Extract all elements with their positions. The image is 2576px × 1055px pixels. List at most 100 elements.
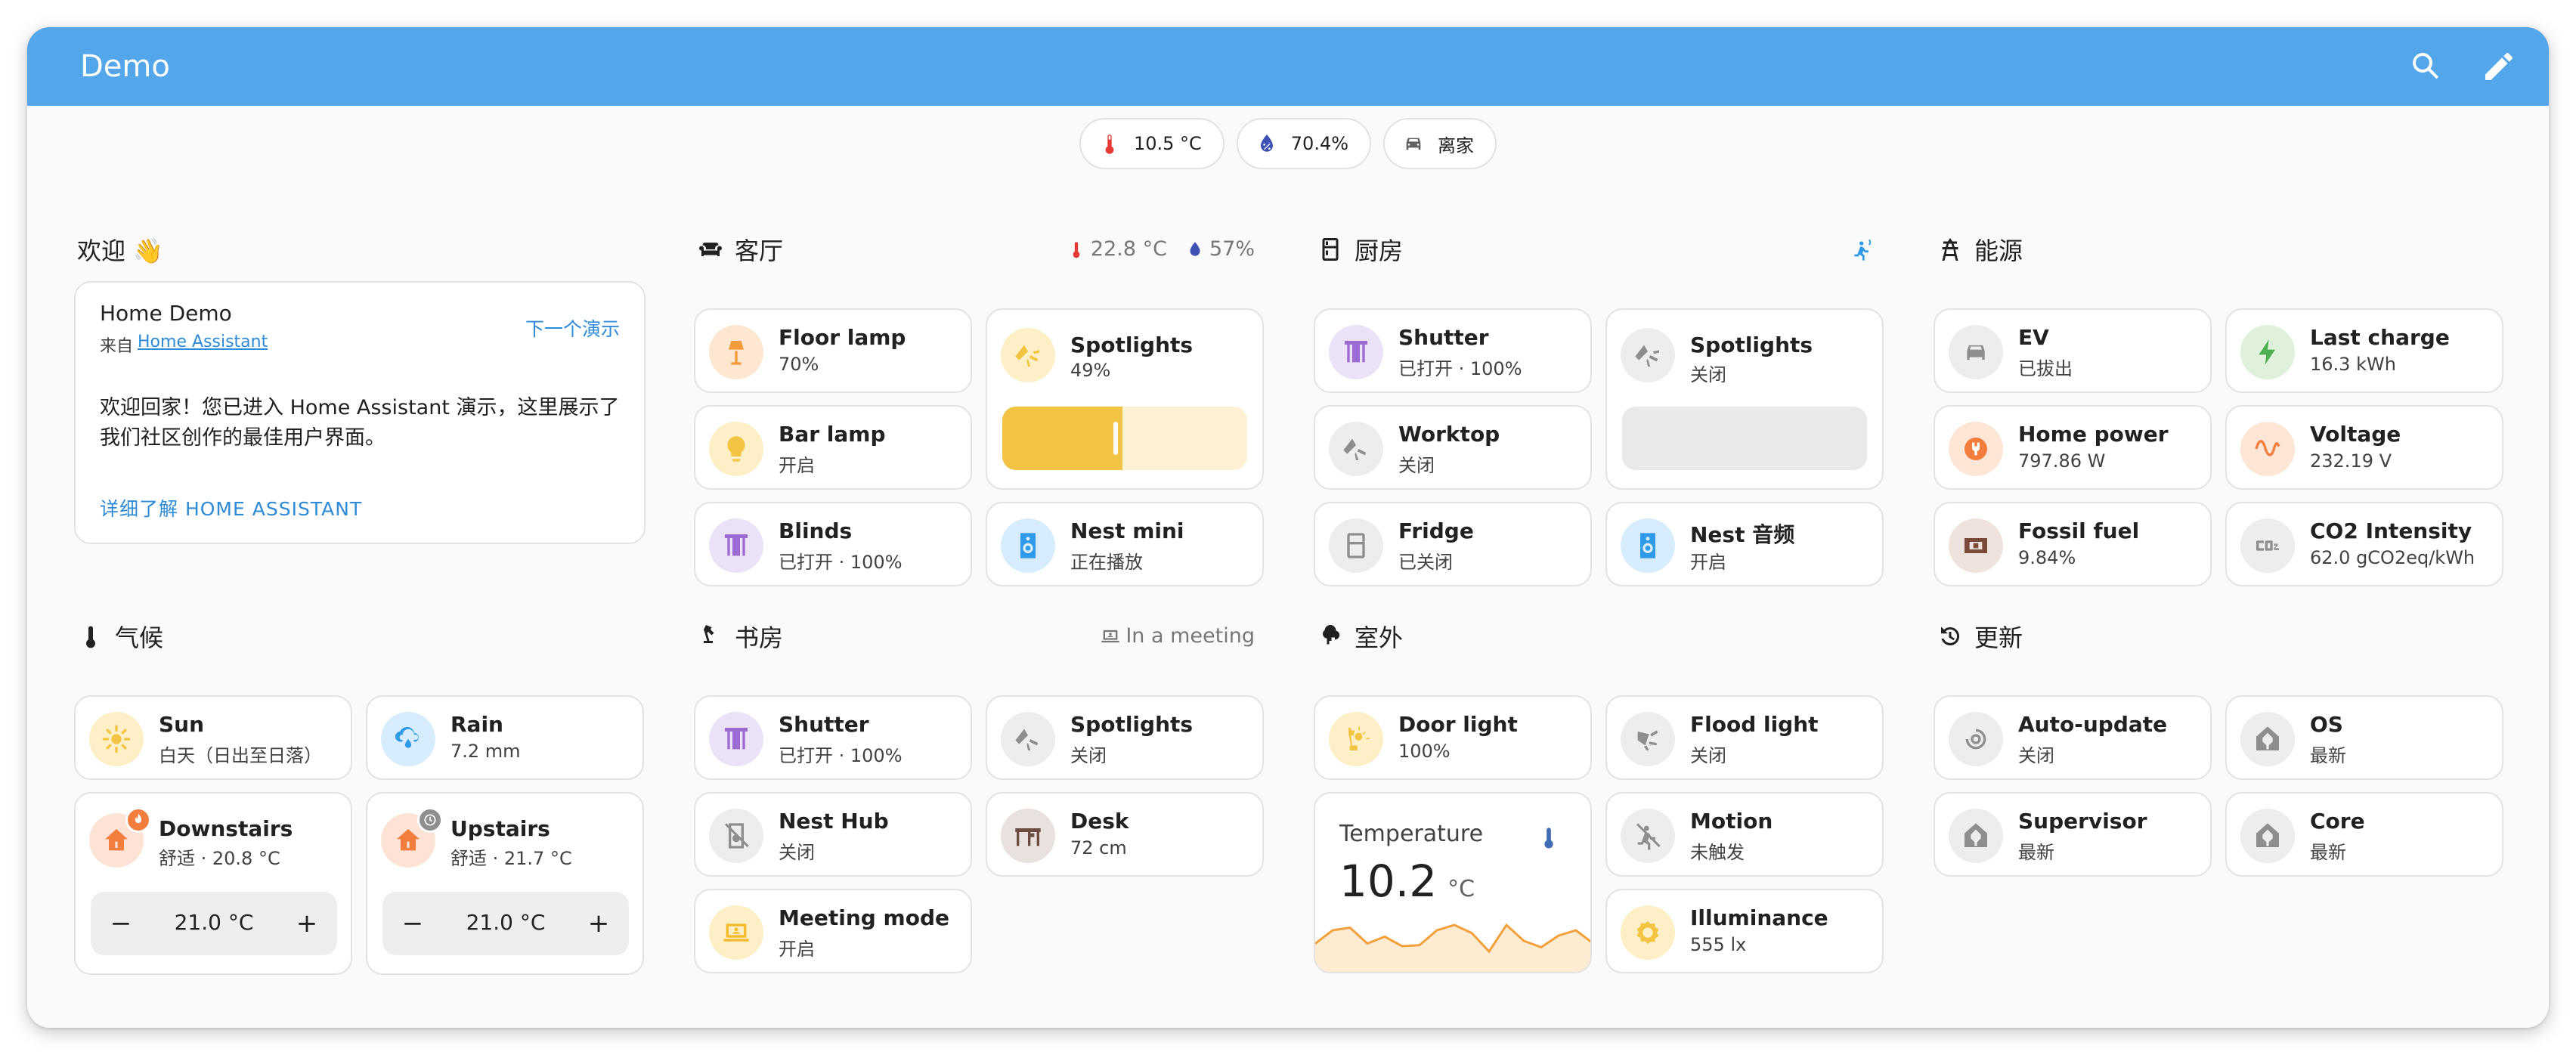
outdoor-title: 室外 xyxy=(1355,623,1404,652)
humidity-badge[interactable]: 70.4% xyxy=(1236,118,1372,169)
lightbulb-icon[interactable] xyxy=(709,422,763,476)
downstairs-name: Downstairs xyxy=(159,816,293,841)
weather-rainy-icon[interactable] xyxy=(381,712,435,766)
bar-lamp-tile[interactable]: Bar lamp 开启 xyxy=(694,405,972,490)
spotlight-brightness-slider[interactable] xyxy=(1002,407,1247,470)
ev-tile[interactable]: EV 已拔出 xyxy=(1934,308,2212,393)
desk-state: 72 cm xyxy=(1070,837,1127,859)
spotlight-icon[interactable] xyxy=(1001,328,1055,382)
desk-tile[interactable]: Desk 72 cm xyxy=(986,792,1264,877)
sine-wave-icon[interactable] xyxy=(2240,422,2295,476)
study-shutter-tile[interactable]: Shutter 已打开 · 100% xyxy=(694,695,972,780)
floor-lamp-name: Floor lamp xyxy=(779,325,906,350)
co2-intensity-tile[interactable]: CO2 Intensity 62.0 gCO2eq/kWh xyxy=(2225,502,2503,586)
home-power-tile[interactable]: Home power 797.86 W xyxy=(1934,405,2212,490)
motion-tile[interactable]: Motion 未触发 xyxy=(1605,792,1884,877)
sofa-icon xyxy=(699,243,722,256)
edit-pencil-icon[interactable] xyxy=(2481,48,2517,85)
desk-icon[interactable] xyxy=(1001,809,1055,863)
home-assistant-icon[interactable] xyxy=(1949,809,2003,863)
flood-light-name: Flood light xyxy=(1690,712,1819,737)
lightning-bolt-icon[interactable] xyxy=(2240,325,2295,379)
increase-temperature-button[interactable]: + xyxy=(292,908,322,939)
meeting-mode-tile[interactable]: Meeting mode 开启 xyxy=(694,889,972,973)
kitchen-shutter-tile[interactable]: Shutter 已打开 · 100% xyxy=(1314,308,1592,393)
car-icon[interactable] xyxy=(1949,325,2003,379)
speaker-icon[interactable] xyxy=(1621,518,1675,573)
sun-icon[interactable] xyxy=(89,712,144,766)
bar-lamp-name: Bar lamp xyxy=(779,422,886,447)
fridge-state: 已关闭 xyxy=(1398,552,1453,573)
next-demo-button[interactable]: 下一个演示 xyxy=(525,314,620,342)
increase-temperature-button[interactable]: + xyxy=(584,908,614,939)
fossil-fuel-state: 9.84% xyxy=(2018,547,2076,568)
downstairs-thermostat-tile[interactable]: Downstairs 舒适 · 20.8 °C − 21.0 °C + xyxy=(74,792,352,975)
home-assistant-icon[interactable] xyxy=(2240,712,2295,766)
window-shutter-icon[interactable] xyxy=(709,712,763,766)
spotlight-icon[interactable] xyxy=(1621,328,1675,382)
molecule-co2-icon[interactable] xyxy=(2240,518,2295,573)
welcome-section-title: 欢迎 👋 xyxy=(77,237,164,265)
spotlight-icon[interactable] xyxy=(1329,422,1383,476)
temperature-reading: 10.2 °C xyxy=(1339,855,1475,907)
climate-title: 气候 xyxy=(115,623,164,652)
supervisor-update-tile[interactable]: Supervisor 最新 xyxy=(1934,792,2212,877)
worktop-name: Worktop xyxy=(1398,422,1500,447)
brightness-icon[interactable] xyxy=(1621,905,1675,960)
upstairs-thermostat-tile[interactable]: Upstairs 舒适 · 21.7 °C − 21.0 °C + xyxy=(366,792,644,975)
learn-more-link[interactable]: 详细了解 HOME ASSISTANT xyxy=(100,494,362,521)
outdoor-lamp-icon[interactable] xyxy=(1329,712,1383,766)
core-update-tile[interactable]: Core 最新 xyxy=(2225,792,2503,877)
rain-tile[interactable]: Rain 7.2 mm xyxy=(366,695,644,780)
voltage-tile[interactable]: Voltage 232.19 V xyxy=(2225,405,2503,490)
motion-sensor-off-icon[interactable] xyxy=(1621,809,1675,863)
kitchen-spotlights-tile[interactable]: Spotlights 关闭 xyxy=(1605,308,1884,490)
laptop-account-icon[interactable] xyxy=(709,905,763,960)
auto-update-tile[interactable]: Auto-update 关闭 xyxy=(1934,695,2212,780)
home-assistant-icon[interactable] xyxy=(2240,809,2295,863)
living-spotlights-tile[interactable]: Spotlights 49% xyxy=(986,308,1264,490)
blinds-icon[interactable] xyxy=(709,518,763,573)
motion-state: 未触发 xyxy=(1690,842,1745,863)
temperature-sensor-card[interactable]: Temperature 10.2 °C xyxy=(1314,792,1592,973)
fossil-fuel-icon[interactable] xyxy=(1949,518,2003,573)
fossil-fuel-tile[interactable]: Fossil fuel 9.84% xyxy=(1934,502,2212,586)
speaker-off-icon[interactable] xyxy=(709,809,763,863)
fridge-tile[interactable]: Fridge 已关闭 xyxy=(1314,502,1592,586)
last-charge-state: 16.3 kWh xyxy=(2310,354,2396,375)
last-charge-tile[interactable]: Last charge 16.3 kWh xyxy=(2225,308,2503,393)
os-name: OS xyxy=(2310,712,2343,737)
nest-audio-tile[interactable]: Nest 音频 开启 xyxy=(1605,502,1884,586)
worktop-state: 关闭 xyxy=(1398,455,1435,476)
speaker-icon[interactable] xyxy=(1001,518,1055,573)
downstairs-target-control: − 21.0 °C + xyxy=(91,892,337,955)
kitchen-brightness-slider[interactable] xyxy=(1622,407,1867,470)
brightness-slider-handle[interactable] xyxy=(1113,422,1118,455)
sun-tile[interactable]: Sun 白天（日出至日落） xyxy=(74,695,352,780)
floor-lamp-icon[interactable] xyxy=(709,325,763,379)
power-plug-icon[interactable] xyxy=(1949,422,2003,476)
illuminance-tile[interactable]: Illuminance 555 lx xyxy=(1605,889,1884,973)
fridge-icon[interactable] xyxy=(1329,518,1383,573)
flood-light-tile[interactable]: Flood light 关闭 xyxy=(1605,695,1884,780)
search-icon[interactable] xyxy=(2408,48,2444,85)
spotlight-icon[interactable] xyxy=(1001,712,1055,766)
car-presence-badge[interactable]: 离家 xyxy=(1383,118,1497,169)
autorenew-icon[interactable] xyxy=(1949,712,2003,766)
window-shutter-icon[interactable] xyxy=(1329,325,1383,379)
os-update-tile[interactable]: OS 最新 xyxy=(2225,695,2503,780)
floodlight-icon[interactable] xyxy=(1621,712,1675,766)
temperature-badge[interactable]: 10.5 °C xyxy=(1079,118,1225,169)
thermometer-icon xyxy=(86,626,95,648)
laptop-account-icon xyxy=(1101,630,1120,642)
home-assistant-link[interactable]: Home Assistant xyxy=(138,333,268,357)
auto-update-name: Auto-update xyxy=(2018,712,2168,737)
study-spotlights-tile[interactable]: Spotlights 关闭 xyxy=(986,695,1264,780)
nest-mini-tile[interactable]: Nest mini 正在播放 xyxy=(986,502,1264,586)
nest-hub-tile[interactable]: Nest Hub 关闭 xyxy=(694,792,972,877)
worktop-tile[interactable]: Worktop 关闭 xyxy=(1314,405,1592,490)
floor-lamp-tile[interactable]: Floor lamp 70% xyxy=(694,308,972,393)
blinds-tile[interactable]: Blinds 已打开 · 100% xyxy=(694,502,972,586)
nest-hub-state: 关闭 xyxy=(779,842,815,863)
door-light-tile[interactable]: Door light 100% xyxy=(1314,695,1592,780)
